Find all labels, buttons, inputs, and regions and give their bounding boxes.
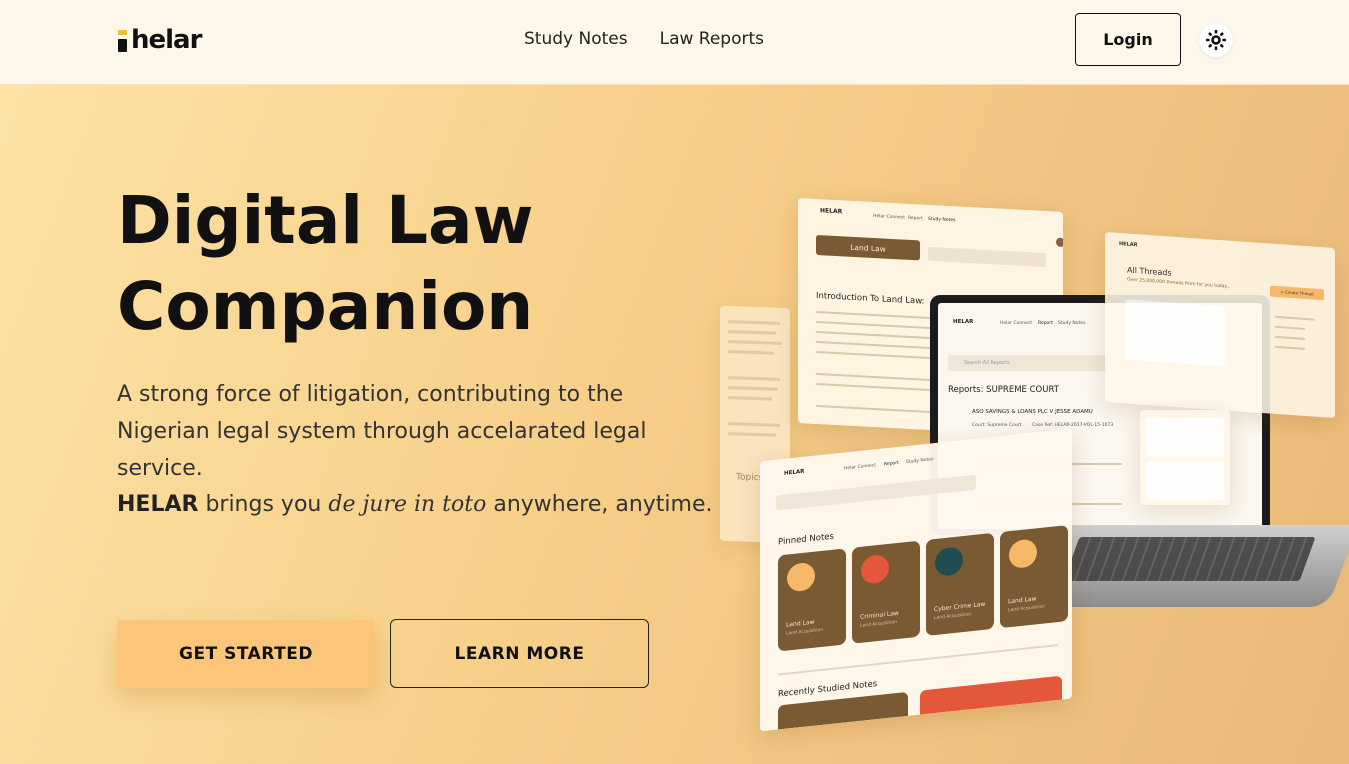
pinned-note-card: Land Law Land Acquisition — [1000, 525, 1068, 629]
mock-nav-study-4: Study Notes — [906, 457, 934, 466]
hero-title: Digital Law Companion — [117, 178, 677, 350]
note-title: Criminal Law — [860, 609, 899, 621]
create-thread-chip: + Create Thread — [1270, 285, 1324, 301]
mock-nav-connect-4: Helar Connect — [844, 463, 877, 472]
reports-heading: Reports: SUPREME COURT — [948, 385, 1059, 395]
mock-nav-study-2: Study Notes — [1058, 321, 1086, 326]
handcuffs-icon — [861, 553, 889, 585]
mock-nav-report-4: Report — [884, 460, 899, 468]
mock-brand-1: HELAR — [820, 207, 843, 216]
pinned-notes-heading: Pinned Notes — [778, 531, 834, 548]
theme-toggle-button[interactable] — [1199, 23, 1233, 57]
laptop-keyboard-base — [1036, 525, 1349, 607]
get-started-button[interactable]: GET STARTED — [117, 620, 375, 688]
note-sub: Land Acquisition — [786, 627, 824, 637]
mock-nav-connect: Helar Connect — [873, 213, 906, 221]
report-list-panel — [1140, 410, 1230, 505]
intro-heading: Introduction To Land Law: — [816, 290, 925, 307]
hero-description: A strong force of litigation, contributi… — [117, 382, 647, 481]
mock-brand-4: HELAR — [784, 468, 805, 477]
pinned-note-card: Criminal Law Land Acquisition — [852, 540, 920, 644]
note-title: Land Law — [1008, 595, 1037, 606]
land-law-chip-label: Land Law — [850, 242, 886, 254]
top-navbar: helar Study Notes Law Reports Login — [0, 0, 1349, 85]
sun-icon — [1205, 29, 1227, 51]
mock-nav-report-2: Report — [1038, 321, 1053, 326]
logo-mark-icon — [118, 28, 127, 52]
hero-tagline: HELAR brings you de jure in toto anywher… — [117, 486, 737, 523]
mock-brand-2: HELAR — [953, 319, 974, 325]
create-thread-label: + Create Thread — [1280, 289, 1314, 297]
tagline-end: anywhere, anytime. — [493, 492, 713, 517]
mock-search-placeholder: Search All Reports — [964, 360, 1010, 366]
tagline-latin: de jure in toto — [328, 492, 487, 517]
mock-brand-3: HELAR — [1119, 240, 1138, 249]
court-icon — [787, 561, 815, 593]
login-button[interactable]: Login — [1075, 13, 1181, 66]
mock-nav-report: Report — [908, 215, 923, 222]
logo-text: helar — [131, 25, 202, 55]
report-title: ASO SAVINGS & LOANS PLC V JESSE ADAMU — [972, 409, 1093, 415]
hero-title-line1: Digital Law — [117, 182, 534, 259]
pinned-note-card: Land Law Land Acquisition — [778, 548, 846, 652]
nav-study-notes[interactable]: Study Notes — [524, 29, 628, 49]
land-law-chip: Land Law — [816, 234, 920, 261]
mock-nav-connect-2: Helar Connect — [1000, 321, 1033, 326]
report-court: Court: Supreme Court — [972, 423, 1022, 428]
report-ref: Case Ref: HELAR-2017-VOL-15-1073 — [1032, 423, 1114, 428]
main-nav: Study Notes Law Reports — [524, 29, 764, 49]
pinned-note-card: Cyber Crime Law Land Acquisition — [926, 532, 994, 636]
threads-panel: HELAR All Threads Over 25,000,000 thread… — [1105, 231, 1335, 419]
app-mockup-illustration: Topics HELAR Helar Connect Report Study … — [715, 195, 1349, 732]
threads-subtitle: Over 25,000,000 threads from for you tod… — [1127, 277, 1231, 290]
note-title: Land Law — [786, 618, 815, 629]
tagline-mid: brings you — [205, 492, 322, 517]
nav-law-reports[interactable]: Law Reports — [660, 29, 764, 49]
court-icon — [1009, 538, 1037, 570]
threads-heading: All Threads — [1127, 265, 1172, 278]
learn-more-button[interactable]: LEARN MORE — [390, 619, 649, 688]
note-sub: Land Acquisition — [860, 619, 898, 629]
helar-logo[interactable]: helar — [118, 25, 202, 55]
hero-title-line2: Companion — [117, 268, 534, 345]
mock-nav-study: Study Notes — [928, 216, 956, 224]
note-title: Cyber Crime Law — [934, 600, 986, 614]
tagline-brand: HELAR — [117, 492, 199, 517]
pinned-notes-panel: HELAR Helar Connect Report Study Notes P… — [760, 428, 1072, 732]
note-sub: Land Acquisition — [934, 612, 972, 622]
note-sub: Land Acquisition — [1008, 604, 1046, 614]
cyber-icon — [935, 546, 963, 578]
